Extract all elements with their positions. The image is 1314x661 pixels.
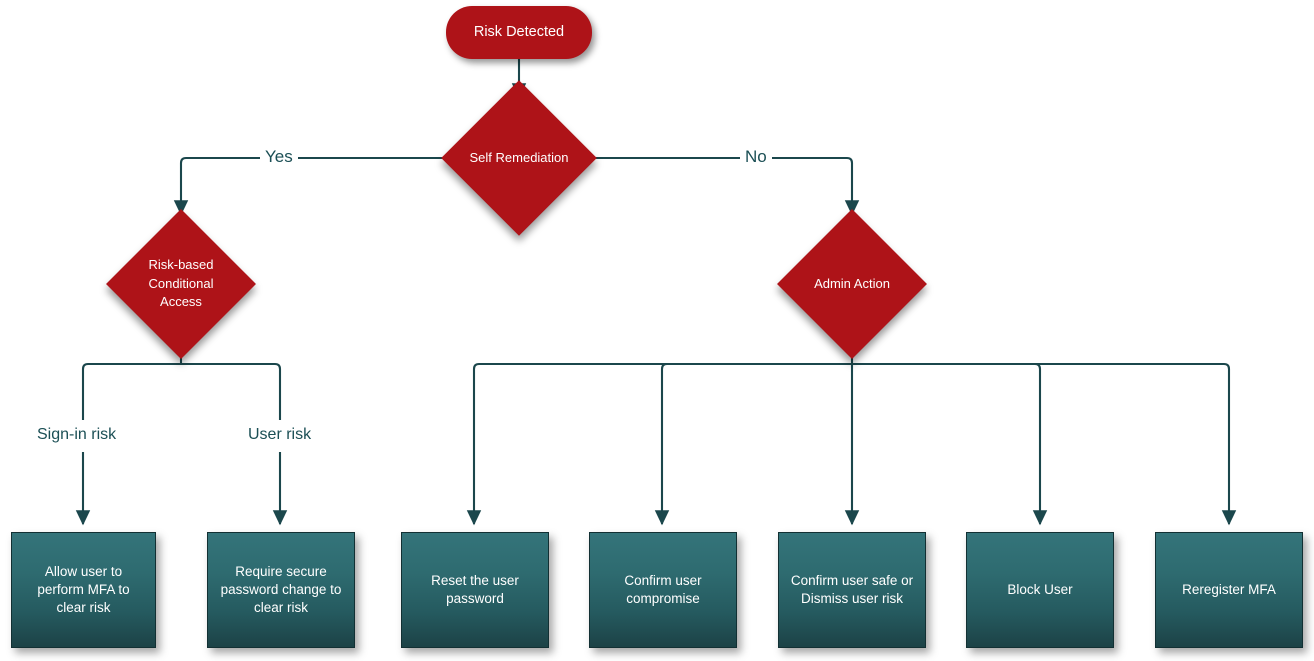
reset-password-line2: password (446, 591, 504, 606)
confirm-safe-dismiss-line1: Confirm user safe or (790, 572, 914, 588)
node-admin-action[interactable]: Admin Action (777, 209, 927, 359)
edge-label-sign-in-risk-text: Sign-in risk (37, 426, 117, 443)
secure-password-change-line2: password change to (220, 581, 342, 597)
node-risk-detected-label: Risk Detected (473, 24, 565, 41)
secure-password-change-line3: clear risk (253, 600, 308, 616)
node-risk-detected[interactable]: Risk Detected (446, 6, 592, 59)
node-confirm-compromise[interactable]: Confirm user compromise (589, 532, 737, 648)
edge-no-to-admin-action (593, 156, 860, 216)
admin-action-diamond-shape (777, 209, 927, 359)
node-confirm-safe-dismiss[interactable]: Confirm user safe or Dismiss user risk (778, 532, 926, 648)
node-self-remediation[interactable]: Self Remediation (441, 80, 597, 236)
self-remediation-diamond-shape (441, 80, 597, 236)
node-risk-based-conditional-access[interactable]: Risk-based Conditional Access (106, 209, 256, 359)
edge-label-yes-text: Yes (265, 147, 293, 166)
allow-mfa-line3: clear risk (56, 600, 111, 616)
edge-admin-to-confirm-compromise (654, 362, 852, 526)
flowchart-canvas: Risk Detected Self Remediation Risk-base… (0, 0, 1314, 661)
edge-sign-in-risk (83, 362, 181, 524)
confirm-safe-dismiss-line2: Dismiss user risk (800, 591, 903, 606)
edge-user-risk (181, 362, 280, 524)
reregister-mfa-line1: Reregister MFA (1182, 581, 1276, 597)
edge-label-no: No (740, 148, 772, 165)
allow-mfa-line2: perform MFA to (37, 581, 130, 597)
node-block-user[interactable]: Block User (966, 532, 1114, 648)
reset-password-line1: Reset the user (431, 572, 519, 588)
node-reregister-mfa[interactable]: Reregister MFA (1155, 532, 1303, 648)
edge-label-sign-in-risk: Sign-in risk (32, 426, 122, 443)
edge-label-user-risk: User risk (243, 426, 317, 443)
risk-based-ca-diamond-shape (106, 209, 256, 359)
node-allow-mfa[interactable]: Allow user to perform MFA to clear risk (11, 532, 156, 648)
node-secure-password-change[interactable]: Require secure password change to clear … (207, 532, 355, 648)
edge-admin-to-block-user (852, 362, 1048, 526)
edge-label-user-risk-text: User risk (248, 426, 312, 443)
allow-mfa-line1: Allow user to (44, 563, 123, 579)
edge-label-yes: Yes (260, 148, 298, 165)
secure-password-change-line1: Require secure (235, 563, 327, 579)
confirm-compromise-line2: compromise (626, 591, 700, 606)
block-user-line1: Block User (1007, 581, 1073, 597)
edge-label-no-text: No (745, 147, 767, 166)
edge-yes-to-risk-based-ca (173, 156, 445, 216)
confirm-compromise-line1: Confirm user (624, 572, 702, 588)
node-reset-password[interactable]: Reset the user password (401, 532, 549, 648)
